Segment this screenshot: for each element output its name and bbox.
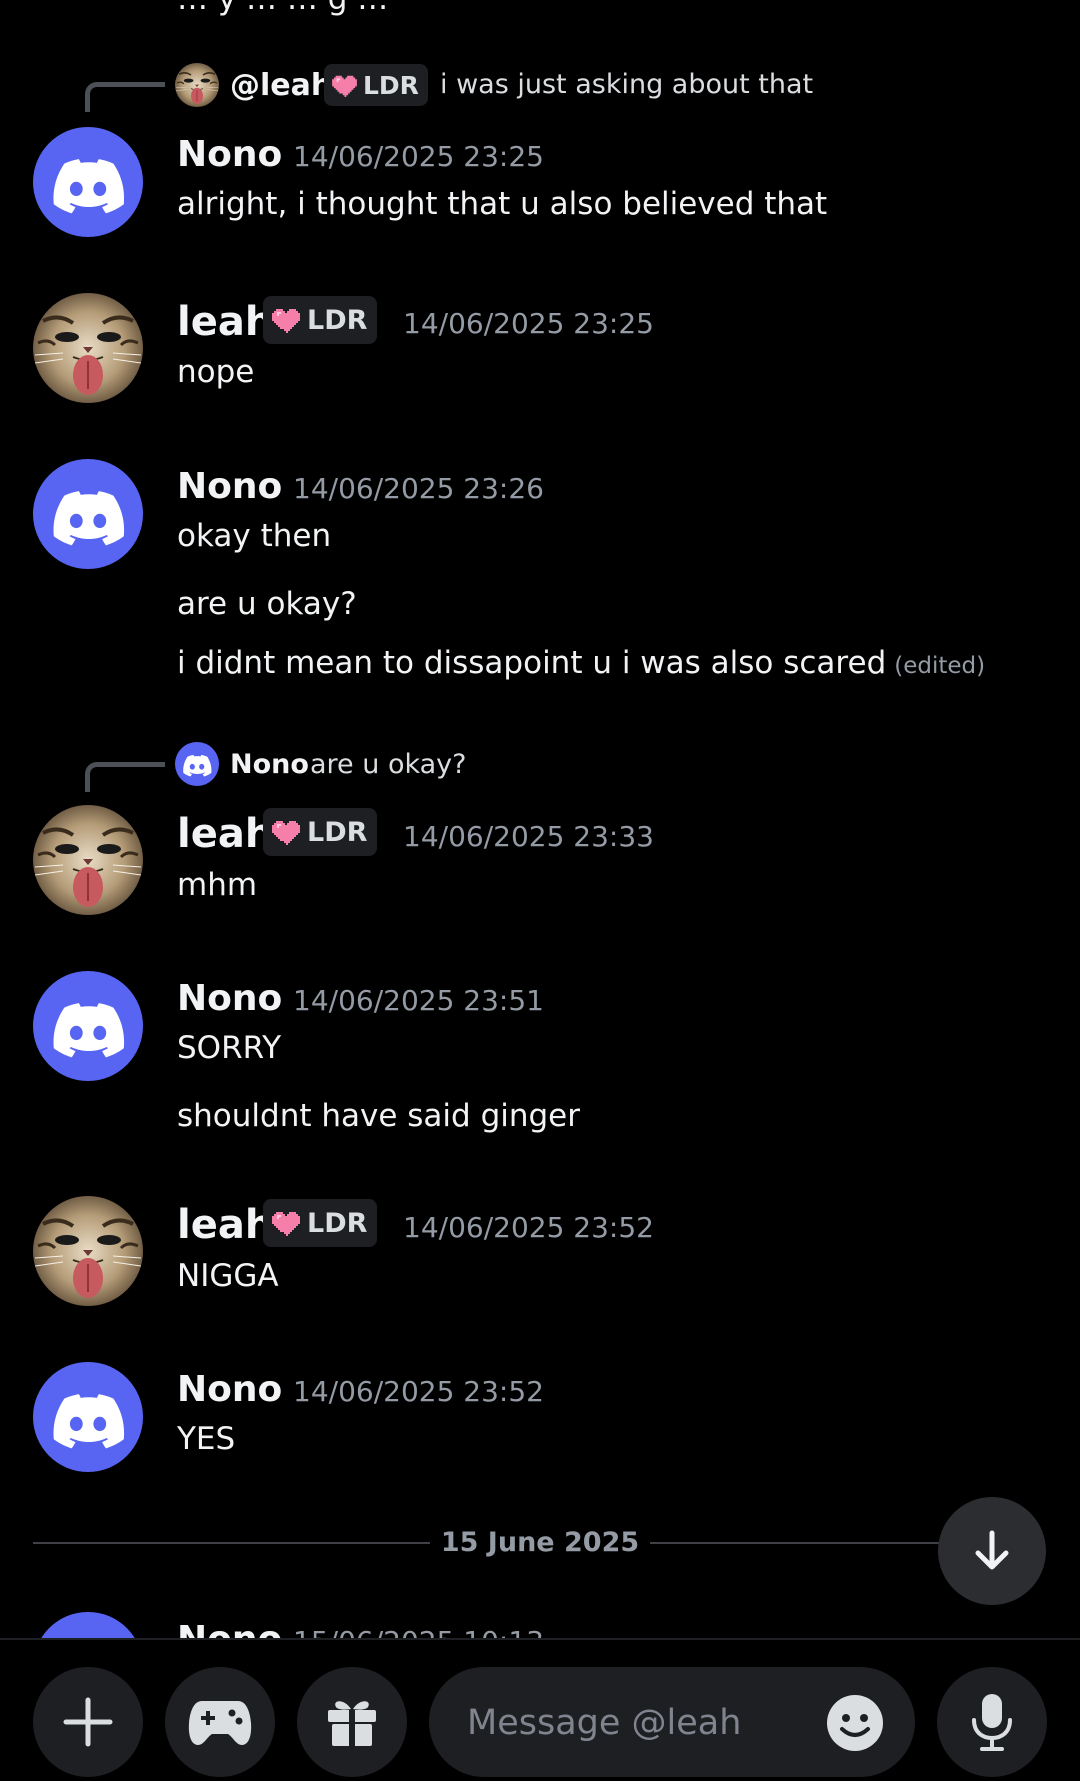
- role-tag-label: LDR: [307, 816, 368, 848]
- reply-connector: [85, 82, 165, 112]
- role-tag[interactable]: LDR: [263, 1199, 378, 1247]
- discord-avatar[interactable]: [33, 971, 143, 1081]
- partial-message-text: … y … … g …: [177, 0, 388, 15]
- jump-to-latest-button[interactable]: [938, 1497, 1046, 1605]
- reply-author[interactable]: Nono: [230, 751, 309, 778]
- discord-avatar[interactable]: [33, 459, 143, 569]
- message-input-container[interactable]: [429, 1667, 915, 1777]
- cat-avatar[interactable]: [33, 293, 143, 403]
- message-text: nope: [177, 354, 255, 390]
- cat-avatar[interactable]: [33, 805, 143, 915]
- activities-button[interactable]: [165, 1667, 275, 1777]
- emoji-icon[interactable]: [825, 1693, 885, 1753]
- reply-preview-text[interactable]: i was just asking about that: [440, 71, 813, 98]
- heart-icon: [272, 1210, 300, 1236]
- cat-avatar[interactable]: [33, 1196, 143, 1306]
- heart-icon: [272, 307, 300, 333]
- message-list[interactable]: … y … … g … @leah LDR i was just asking …: [0, 0, 1080, 1638]
- attach-button[interactable]: [33, 1667, 143, 1777]
- author-name[interactable]: Nono: [177, 137, 282, 173]
- author-name[interactable]: Nono: [177, 1372, 282, 1408]
- message-text: alright, i thought that u also believed …: [177, 186, 828, 222]
- timestamp: 14/06/2025 23:25: [293, 140, 544, 173]
- timestamp: 14/06/2025 23:33: [403, 820, 654, 853]
- message-text-content: i didnt mean to dissapoint u i was also …: [177, 645, 887, 681]
- message-text: mhm: [177, 867, 258, 903]
- author-name[interactable]: Nono: [177, 469, 282, 505]
- message-text: i didnt mean to dissapoint u i was also …: [177, 648, 985, 679]
- author-name[interactable]: Nono: [177, 1622, 282, 1639]
- reply-author[interactable]: @leah: [230, 71, 332, 101]
- timestamp: 15/06/2025 10:13: [293, 1628, 544, 1639]
- gamepad-icon: [188, 1701, 252, 1745]
- author-name[interactable]: leah: [177, 302, 273, 342]
- reply-avatar-discord[interactable]: [175, 742, 219, 786]
- role-tag[interactable]: LDR: [324, 64, 428, 106]
- timestamp: 14/06/2025 23:26: [293, 472, 544, 505]
- message-text: okay then: [177, 518, 332, 554]
- gift-button[interactable]: [297, 1667, 407, 1777]
- reply-preview-text[interactable]: are u okay?: [310, 751, 466, 778]
- role-tag-label: LDR: [307, 1207, 368, 1239]
- gift-icon: [328, 1701, 376, 1746]
- reply-avatar-cat[interactable]: [175, 63, 219, 107]
- author-name[interactable]: leah: [177, 814, 273, 854]
- timestamp: 14/06/2025 23:52: [293, 1375, 544, 1408]
- discord-avatar[interactable]: [33, 1362, 143, 1472]
- timestamp: 14/06/2025 23:52: [403, 1211, 654, 1244]
- author-name[interactable]: Nono: [177, 981, 282, 1017]
- message-text: NIGGA: [177, 1258, 279, 1294]
- plus-icon: [63, 1697, 113, 1747]
- role-tag-label: LDR: [307, 304, 368, 336]
- heart-icon: [272, 819, 300, 845]
- timestamp: 14/06/2025 23:51: [293, 984, 544, 1017]
- role-tag-label: LDR: [363, 70, 419, 100]
- discord-avatar[interactable]: [33, 1612, 143, 1638]
- date-divider: 15 June 2025: [440, 1527, 640, 1558]
- date-divider-line-left: [33, 1542, 430, 1544]
- voice-message-button[interactable]: [937, 1667, 1047, 1777]
- edited-indicator: (edited): [894, 653, 986, 679]
- microphone-icon: [972, 1694, 1012, 1751]
- heart-icon: [332, 74, 357, 97]
- composer-bar: [0, 1638, 1080, 1781]
- message-input[interactable]: [465, 1695, 829, 1751]
- author-name[interactable]: leah: [177, 1205, 273, 1245]
- message-text: SORRY: [177, 1030, 282, 1066]
- discord-avatar[interactable]: [33, 127, 143, 237]
- chat-screen: … y … … g … @leah LDR i was just asking …: [0, 0, 1080, 1781]
- message-text: are u okay?: [177, 586, 357, 622]
- arrow-down-icon: [975, 1530, 1009, 1570]
- role-tag[interactable]: LDR: [263, 808, 378, 856]
- message-text: shouldnt have said ginger: [177, 1098, 580, 1134]
- role-tag[interactable]: LDR: [263, 296, 378, 344]
- message-text: YES: [177, 1421, 236, 1457]
- timestamp: 14/06/2025 23:25: [403, 307, 654, 340]
- reply-connector: [85, 762, 165, 792]
